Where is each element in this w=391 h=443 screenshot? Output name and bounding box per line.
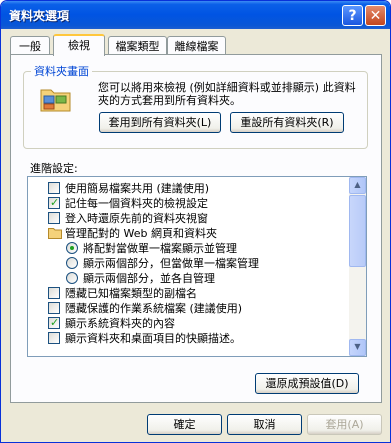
option-label: 顯示資料夾和桌面項目的快顯描述。 [65,332,241,345]
vertical-scrollbar[interactable]: ▲ ▼ [349,177,366,356]
close-icon: ✕ [369,8,382,24]
option-label: 記住每一個資料夾的檢視設定 [65,197,208,210]
title-bar[interactable]: 資料夾選項 ? ✕ [1,1,390,29]
scroll-thumb[interactable] [349,195,366,267]
radio-unselected[interactable] [66,272,78,284]
tab-offline-files[interactable]: 離線檔案 [167,36,226,56]
folder-icon [48,228,62,239]
cancel-button[interactable]: 取消 [227,414,302,435]
ok-button[interactable]: 確定 [147,414,222,435]
option-label: 使用簡易檔案共用 (建議使用) [65,182,210,195]
scroll-down-button[interactable]: ▼ [349,339,366,356]
help-icon: ? [348,8,357,24]
option-label: 管理配對的 Web 網頁和資料夾 [65,227,217,240]
help-button[interactable]: ? [342,5,363,26]
checkbox-unchecked[interactable] [48,182,60,194]
advanced-settings-label: 進階設定: [30,162,78,175]
checkbox-unchecked[interactable] [48,302,60,314]
apply-button[interactable]: 套用(A) [307,414,382,435]
scroll-down-icon: ▼ [354,342,361,351]
reset-all-folders-button[interactable]: 重設所有資料夾(R) [230,112,344,133]
tab-view[interactable]: 檢視 [53,34,105,56]
close-button[interactable]: ✕ [365,5,386,26]
folder-views-description: 您可以將用來檢視 (例如詳細資料或並排顯示) 此資料夾的方式套用到所有資料夾。 [98,81,356,107]
radio-unselected[interactable] [66,257,78,269]
folder-views-title: 資料夾畫面 [31,63,92,79]
option-label: 登入時還原先前的資料夾視窗 [65,212,208,225]
option-label: 隱藏已知檔案類型的副檔名 [65,287,197,300]
apply-to-all-folders-button[interactable]: 套用到所有資料夾(L) [99,112,221,133]
window-title: 資料夾選項 [9,9,70,23]
option-label: 顯示兩個部分，並各自管理 [83,272,215,285]
checkbox-unchecked[interactable] [48,287,60,299]
tab-general[interactable]: 一般 [10,36,50,56]
advanced-settings-list[interactable]: 使用簡易檔案共用 (建議使用) 記住每一個資料夾的檢視設定 登入時還原先前的資料… [27,176,367,357]
option-label: 將配對當做單一檔案顯示並管理 [83,242,237,255]
checkbox-unchecked[interactable] [48,332,60,344]
checkbox-checked[interactable] [48,315,60,330]
tab-file-types[interactable]: 檔案類型 [108,36,167,56]
restore-defaults-button[interactable]: 還原成預設值(D) [255,373,359,394]
radio-selected[interactable] [66,242,78,254]
option-label: 隱藏保護的作業系統檔案 (建議使用) [65,302,243,315]
scroll-up-button[interactable]: ▲ [349,177,366,194]
checkbox-unchecked[interactable] [48,212,60,224]
checkbox-checked[interactable] [48,195,60,210]
option-label: 顯示兩個部分，但當做單一檔案管理 [83,257,259,270]
view-tab-panel: 資料夾畫面 您可以將用來檢視 (例如詳細資料或並排顯示) 此資料夾的方式套用到所… [10,54,382,403]
folder-views-icon [40,89,71,112]
scroll-up-icon: ▲ [354,180,361,189]
folder-options-dialog: 資料夾選項 ? ✕ 一般 檢視 檔案類型 離線檔案 資料夾畫面 您可以將用來檢視… [0,0,391,443]
option-label: 顯示系統資料夾的內容 [65,317,175,330]
